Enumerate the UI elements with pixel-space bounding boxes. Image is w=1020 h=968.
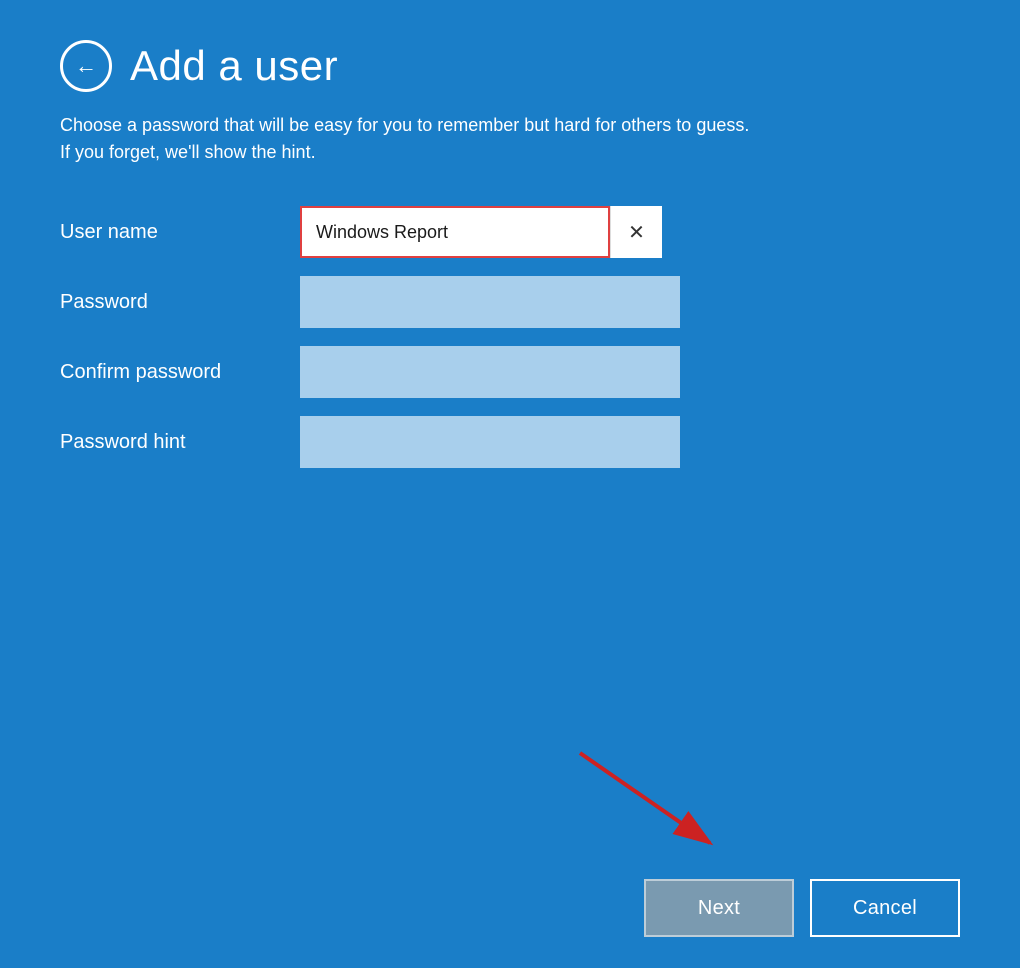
cancel-button[interactable]: Cancel — [810, 879, 960, 937]
password-row: Password — [60, 276, 960, 328]
header: ← Add a user — [60, 40, 960, 92]
password-hint-input[interactable] — [300, 416, 680, 468]
username-input[interactable] — [300, 206, 610, 258]
username-label: User name — [60, 221, 300, 244]
page-subtitle: Choose a password that will be easy for … — [60, 112, 880, 166]
password-input-wrapper — [300, 276, 680, 328]
bottom-buttons-area: Next Cancel — [0, 848, 1020, 968]
page-container: ← Add a user Choose a password that will… — [0, 0, 1020, 968]
username-row: User name ✕ — [60, 206, 960, 258]
confirm-password-label: Confirm password — [60, 361, 300, 384]
password-input[interactable] — [300, 276, 680, 328]
clear-icon: ✕ — [628, 220, 645, 245]
username-input-wrapper: ✕ — [300, 206, 662, 258]
form-section: User name ✕ Password Confirm password — [60, 206, 960, 486]
confirm-password-input-wrapper — [300, 346, 680, 398]
password-hint-label: Password hint — [60, 431, 300, 454]
password-hint-input-wrapper — [300, 416, 680, 468]
back-arrow-icon: ← — [75, 55, 97, 77]
page-title: Add a user — [130, 42, 338, 90]
password-label: Password — [60, 291, 300, 314]
back-button[interactable]: ← — [60, 40, 112, 92]
confirm-password-input[interactable] — [300, 346, 680, 398]
username-clear-button[interactable]: ✕ — [610, 206, 662, 258]
confirm-password-row: Confirm password — [60, 346, 960, 398]
password-hint-row: Password hint — [60, 416, 960, 468]
next-button[interactable]: Next — [644, 879, 794, 937]
